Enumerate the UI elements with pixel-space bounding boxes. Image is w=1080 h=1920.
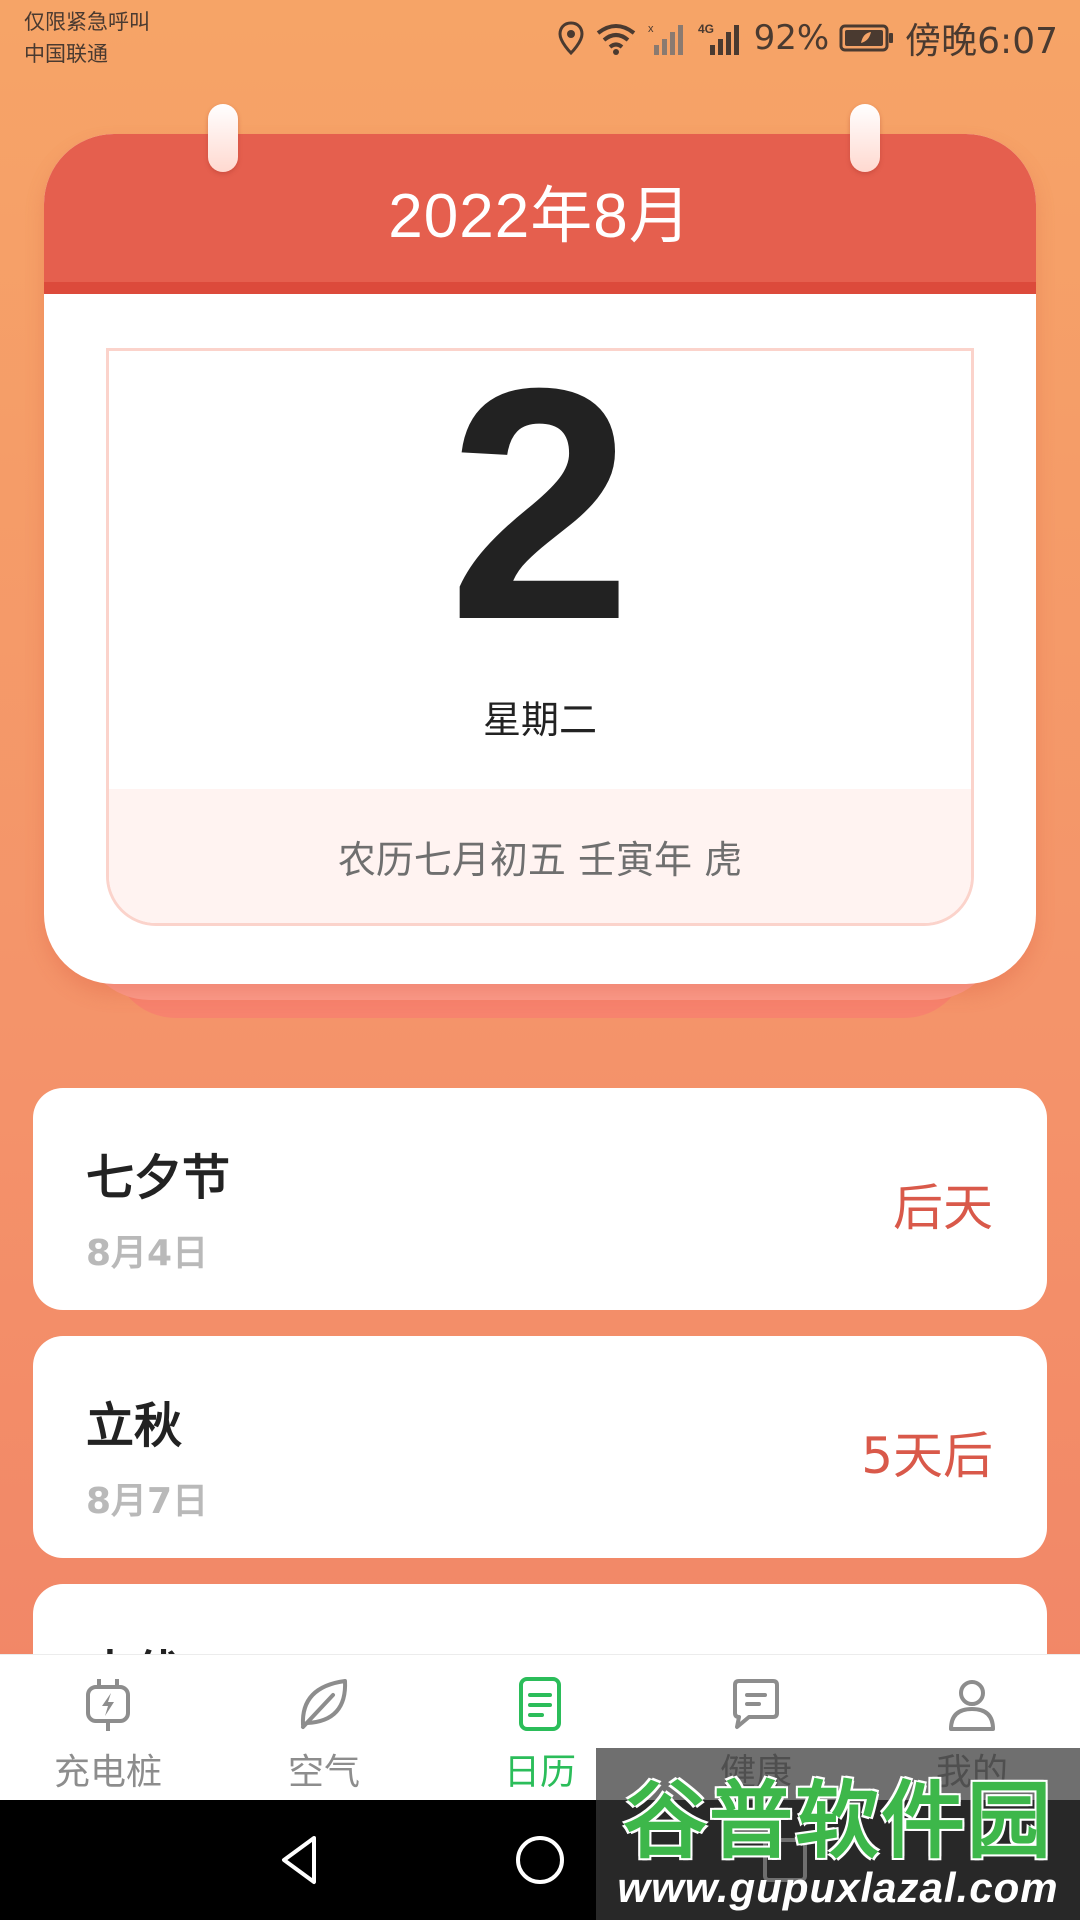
nav-label: 充电桩: [53, 1752, 162, 1793]
calendar-day-panel: 2 星期二 农历七月初五 壬寅年 虎: [106, 348, 974, 926]
nav-item-charging[interactable]: 充电桩: [0, 1655, 216, 1801]
nav-label: 日历: [503, 1752, 576, 1793]
battery-percent: 92%: [753, 18, 830, 58]
event-date: 8月4日: [86, 1233, 209, 1274]
event-name: 七夕节: [86, 1150, 231, 1206]
carrier-name: 中国联通: [24, 42, 108, 66]
battery-icon: [839, 23, 895, 53]
watermark: 谷普软件园 www.gupuxlazal.com: [596, 1748, 1080, 1920]
calendar-day-number: 2: [448, 348, 632, 688]
calendar-ring-right: [850, 104, 880, 172]
network-type-label: 4G: [698, 22, 714, 36]
nav-item-air[interactable]: 空气: [216, 1655, 432, 1801]
calendar-header: 2022年8月: [44, 134, 1036, 294]
event-date: 8月7日: [86, 1481, 209, 1522]
wifi-icon: [594, 21, 638, 55]
signal-4g-icon: 4G: [698, 21, 744, 55]
health-icon: [733, 1679, 779, 1729]
back-icon[interactable]: [270, 1830, 330, 1890]
status-bar: 仅限紧急呼叫 中国联通 x 4G 92% 傍晚6:07: [0, 0, 1080, 72]
signal-icon: x: [648, 21, 688, 55]
event-item[interactable]: 立秋 8月7日 5天后: [33, 1336, 1047, 1558]
calendar-icon: [519, 1677, 561, 1731]
event-name: 末伏: [86, 1634, 182, 1654]
event-countdown: 后天: [893, 1179, 993, 1237]
watermark-title: 谷普软件园: [622, 1774, 1053, 1868]
status-icons: x 4G 92% 傍晚6:07: [558, 12, 1058, 64]
clock: 傍晚6:07: [905, 21, 1058, 62]
calendar-ring-left: [208, 104, 238, 172]
calendar-weekday: 星期二: [482, 698, 597, 742]
upcoming-events-list[interactable]: 七夕节 8月4日 后天 立秋 8月7日 5天后 末伏: [33, 1088, 1047, 1654]
carrier-status-text: 仅限紧急呼叫: [24, 10, 150, 34]
carrier-info: 仅限紧急呼叫 中国联通: [24, 6, 150, 70]
location-icon: [558, 21, 584, 55]
event-countdown: 5天后: [861, 1427, 993, 1485]
event-item[interactable]: 七夕节 8月4日 后天: [33, 1088, 1047, 1310]
lunar-date-bar: 农历七月初五 壬寅年 虎: [109, 789, 971, 923]
leaf-icon: [300, 1679, 348, 1729]
home-icon[interactable]: [510, 1830, 570, 1890]
svg-text:x: x: [648, 23, 654, 35]
lunar-date: 农历七月初五 壬寅年 虎: [337, 837, 743, 882]
nav-label: 空气: [287, 1752, 360, 1793]
calendar-month-title: 2022年8月: [388, 182, 692, 251]
profile-icon: [949, 1680, 995, 1731]
watermark-url: www.gupuxlazal.com: [617, 1864, 1059, 1911]
event-name: 立秋: [86, 1398, 183, 1454]
calendar-card[interactable]: 2022年8月 2 星期二 农历七月初五 壬寅年 虎: [44, 134, 1036, 984]
event-item[interactable]: 末伏: [33, 1584, 1047, 1654]
charging-pile-icon: [86, 1679, 130, 1731]
